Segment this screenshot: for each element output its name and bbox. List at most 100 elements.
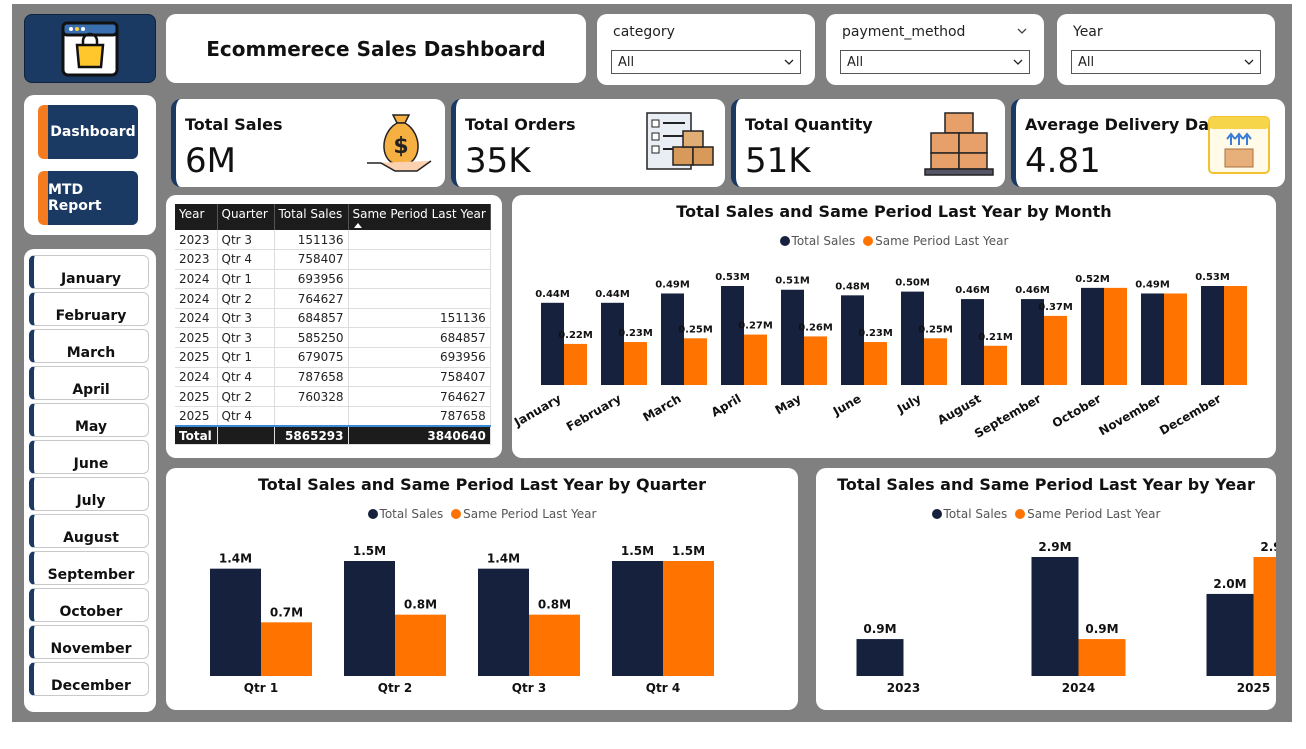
cell-total-sales: 758407: [274, 249, 349, 270]
month-item-february[interactable]: February: [29, 292, 149, 326]
dashboard-button[interactable]: Dashboard: [38, 105, 138, 159]
bar-total-sales: [1081, 287, 1104, 385]
mtd-report-button[interactable]: MTD Report: [38, 171, 138, 225]
cell-year: 2024: [175, 269, 218, 290]
bar-total-sales: [478, 568, 529, 676]
x-tick-label: July: [894, 391, 924, 416]
cell-year: 2025: [175, 386, 218, 407]
year-dropdown[interactable]: All: [1071, 50, 1261, 74]
bar-total-sales: [1206, 593, 1254, 676]
month-item-july[interactable]: July: [29, 477, 149, 511]
data-label: 0.22M: [558, 330, 593, 341]
cell-year: 2023: [175, 230, 218, 251]
total-spl-value: 3840640: [348, 424, 491, 446]
x-tick-label: Qtr 1: [244, 681, 278, 695]
data-label: 0.37M: [1038, 302, 1073, 313]
money-bag-icon: $: [367, 114, 432, 172]
month-item-november[interactable]: November: [29, 625, 149, 659]
cell-total-sales: 151136: [274, 230, 349, 251]
column-header-year[interactable]: Year: [175, 204, 218, 230]
x-tick-label: September: [972, 391, 1044, 440]
cell-year: 2024: [175, 367, 218, 388]
category-dropdown[interactable]: All: [611, 50, 801, 74]
data-label: 1.5M: [621, 544, 654, 558]
data-label: 2.9M: [1260, 540, 1276, 554]
bar-same-period-last-year: [1164, 293, 1187, 385]
table-row: 2025 Qtr 2 760328 764627: [175, 386, 491, 407]
column-header-same-period-last-year[interactable]: Same Period Last Year: [348, 204, 491, 230]
x-tick-label: 2024: [1062, 681, 1095, 695]
slicer-label: category: [613, 24, 675, 40]
cell-quarter: Qtr 4: [217, 367, 275, 388]
cell-same-period-last-year: [348, 269, 491, 290]
data-label: 0.51M: [775, 276, 810, 287]
month-item-october[interactable]: October: [29, 588, 149, 622]
total-label: Total: [175, 424, 218, 446]
cell-quarter: Qtr 4: [217, 406, 275, 427]
dropdown-value: All: [618, 55, 635, 70]
data-label: 0.44M: [535, 289, 570, 300]
cell-same-period-last-year: [348, 288, 491, 309]
bar-total-sales: [901, 291, 924, 385]
sales-matrix: Year Quarter Total Sales Same Period Las…: [175, 204, 491, 446]
chevron-down-icon[interactable]: [1016, 26, 1028, 36]
cell-year: 2025: [175, 347, 218, 368]
month-item-april[interactable]: April: [29, 366, 149, 400]
cell-quarter: Qtr 4: [217, 249, 275, 270]
bar-same-period-last-year: [564, 343, 587, 385]
bar-total-sales: [661, 293, 684, 385]
title-card: Ecommerece Sales Dashboard: [166, 14, 586, 83]
payment-method-dropdown[interactable]: All: [840, 50, 1030, 74]
cell-year: 2025: [175, 406, 218, 427]
table-row: 2023 Qtr 4 758407: [175, 249, 491, 270]
month-item-may[interactable]: May: [29, 403, 149, 437]
chevron-down-icon: [784, 59, 794, 65]
column-header-total-sales[interactable]: Total Sales: [274, 204, 349, 230]
data-label: 2.0M: [1213, 577, 1246, 591]
month-item-september[interactable]: September: [29, 551, 149, 585]
column-header-quarter[interactable]: Quarter: [217, 204, 275, 230]
bar-total-sales: [1141, 293, 1164, 385]
month-item-december[interactable]: December: [29, 662, 149, 696]
bar-same-period-last-year: [744, 334, 767, 385]
page-navigation: Dashboard MTD Report: [24, 95, 156, 235]
kpi-title: Total Sales: [185, 115, 283, 134]
table-row: 2024 Qtr 2 764627: [175, 288, 491, 309]
data-label: 0.53M: [715, 272, 750, 283]
kpi-title: Total Orders: [465, 115, 576, 134]
data-label: 0.23M: [858, 328, 893, 339]
bar-same-period-last-year: [804, 336, 827, 385]
x-tick-label: Qtr 4: [646, 681, 680, 695]
slicer-label: Year: [1073, 24, 1103, 40]
data-label: 0.8M: [404, 598, 437, 612]
x-tick-label: Qtr 3: [512, 681, 546, 695]
kpi-title: Total Quantity: [745, 115, 873, 134]
month-item-june[interactable]: June: [29, 440, 149, 474]
month-slicer: January February March April May June Ju…: [24, 249, 156, 712]
data-label: 0.21M: [978, 332, 1013, 343]
bar-same-period-last-year: [864, 342, 887, 385]
x-tick-label: August: [935, 391, 984, 427]
cell-quarter: Qtr 1: [217, 269, 275, 290]
cell-quarter: Qtr 1: [217, 347, 275, 368]
table-row: 2025 Qtr 3 585250 684857: [175, 327, 491, 349]
x-tick-label: 2025: [1237, 681, 1270, 695]
svg-text:$: $: [393, 134, 408, 159]
total-sales-value: 5865293: [274, 424, 349, 446]
bar-total-sales: [612, 561, 663, 676]
x-tick-label: May: [773, 391, 804, 417]
quarter-bar-chart: 1.4M 0.7M Qtr 1 1.5M 0.8M Qtr 2 1.4M 0.8M Qtr 3 1…: [210, 544, 714, 695]
column-header-label: Same Period Last Year: [352, 207, 486, 221]
cell-same-period-last-year: [348, 230, 491, 251]
cell-same-period-last-year: 758407: [348, 367, 491, 388]
table-row: 2023 Qtr 3 151136: [175, 230, 491, 251]
data-label: 0.49M: [1135, 279, 1170, 290]
x-tick-label: June: [830, 391, 864, 418]
month-item-march[interactable]: March: [29, 329, 149, 363]
kpi-value: 35K: [465, 141, 531, 181]
data-label: 1.4M: [219, 552, 252, 566]
month-item-january[interactable]: January: [29, 255, 149, 289]
bar-same-period-last-year: [624, 342, 647, 385]
month-item-august[interactable]: August: [29, 514, 149, 548]
year-slicer: Year All: [1057, 14, 1275, 85]
